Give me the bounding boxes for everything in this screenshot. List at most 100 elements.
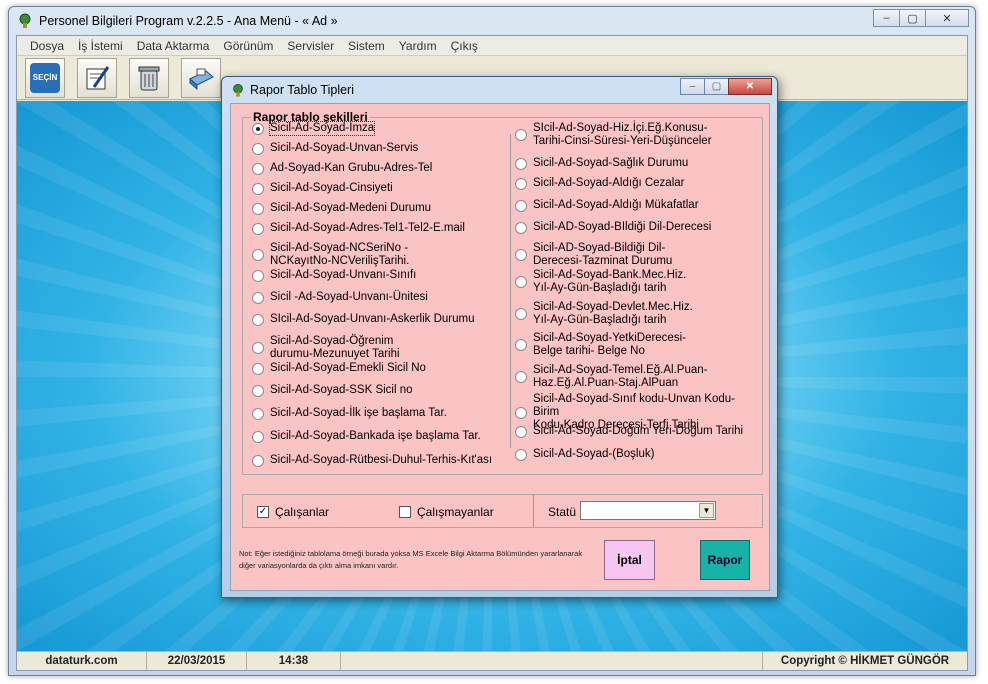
maximize-icon: ▢ [907,12,918,25]
left-report-option[interactable]: Sicil-Ad-Soyad-Unvanı-Sınıfı [252,269,416,282]
left-report-option[interactable]: SIcil-Ad-Soyad-Unvanı-Askerlik Durumu [252,313,475,326]
radio-icon [515,177,527,190]
radio-icon [252,430,264,443]
menu-cikis[interactable]: Çıkış [444,39,485,53]
checkbox-icon: ✓ [257,506,269,518]
radio-icon [515,276,527,288]
report-option-label: Sicil -Ad-Soyad-Unvanı-Ünitesi [270,291,428,303]
left-report-option[interactable]: Sicil-Ad-Soyad-Unvan-Servis [252,142,418,155]
printer-button[interactable] [181,57,221,98]
report-option-label: Sicil-Ad-Soyad-Cinsiyeti [270,182,393,194]
statu-dropdown[interactable]: ▼ [580,501,716,520]
left-report-option[interactable]: Sicil-Ad-Soyad-Rütbesi-Duhul-Terhis-Kıt'… [252,454,492,467]
report-option-label: Sicil-Ad-Soyad-Emekli Sicil No [270,362,426,374]
radio-icon [252,342,264,354]
report-option-label: Sicil-Ad-Soyad-NCSeriNo - NCKayıtNo-NCVer… [270,242,410,267]
menu-gorunum[interactable]: Görünüm [216,39,280,53]
maximize-button[interactable]: ▢ [899,9,926,27]
left-report-option[interactable]: Sicil-Ad-Soyad-Medeni Durumu [252,202,431,215]
menu-yardim[interactable]: Yardım [392,39,444,53]
report-option-label: Sicil-Ad-Soyad-(Boşluk) [533,448,655,460]
dialog-titlebar[interactable]: Rapor Tablo Tipleri – ▢ ✕ [222,77,777,103]
status-copyright: Copyright © HİKMET GÜNGÖR [780,655,950,667]
radio-icon [252,454,264,467]
left-report-option[interactable]: Sicil-Ad-Soyad-Bankada işe başlama Tar. [252,430,481,443]
report-option-label: Sicil-Ad-Soyad-Adres-Tel1-Tel2-E.mail [270,222,465,234]
right-report-option[interactable]: Sicil-Ad-Soyad-Aldığı Mükafatlar [515,199,699,212]
report-option-label: Sicil-Ad-Soyad-İmza [268,121,376,136]
report-option-label: SIcil-Ad-Soyad-Unvanı-Askerlik Durumu [270,313,475,325]
report-option-label: Sicil-Ad-Soyad-Bankada işe başlama Tar. [270,430,481,442]
minimize-button[interactable]: – [873,9,900,27]
report-option-label: Sicil-Ad-Soyad-Rütbesi-Duhul-Terhis-Kıt'… [270,454,493,466]
radio-icon [252,384,264,397]
maximize-icon: ▢ [711,81,722,92]
report-option-label: Sicil-Ad-Soyad-Aldığı Mükafatlar [533,199,699,211]
menu-sistem[interactable]: Sistem [341,39,392,53]
chevron-down-icon[interactable]: ▼ [699,503,714,518]
radio-icon [515,129,527,141]
radio-icon [252,202,264,215]
statu-label: Statü [548,505,577,519]
edit-form-button[interactable] [77,57,117,98]
left-report-option[interactable]: Ad-Soyad-Kan Grubu-Adres-Tel [252,162,432,175]
close-button[interactable]: ✕ [925,9,969,27]
report-option-label: Sicil-Ad-Soyad-Temel.Eğ.Al.Puan- Haz.Eğ.A… [533,364,708,389]
left-report-option[interactable]: Sicil-Ad-Soyad-Cinsiyeti [252,182,393,195]
dialog-minimize-button[interactable]: – [680,78,705,95]
filter-bar: ✓ Çalışanlar Çalışmayanlar Statü ▼ [242,494,763,528]
left-report-option[interactable]: Sicil-Ad-Soyad-Emekli Sicil No [252,362,426,375]
right-report-option[interactable]: Sicil-Ad-Soyad-Temel.Eğ.Al.Puan- Haz.Eğ.A… [515,364,708,390]
left-report-option[interactable]: Sicil-Ad-Soyad-Adres-Tel1-Tel2-E.mail [252,222,465,235]
radio-icon [515,425,527,438]
right-report-option[interactable]: Sicil-Ad-Soyad-Bank.Mec.Hiz. Yıl-Ay-Gün-B… [515,269,686,295]
left-report-option[interactable]: Sicil-Ad-Soyad-SSK Sicil no [252,384,413,397]
radio-icon [252,182,264,195]
dialog-maximize-button[interactable]: ▢ [704,78,729,95]
report-option-label: Sicil-AD-Soyad-BIldiği Dil-Derecesi [533,221,712,233]
menu-data-aktarma[interactable]: Data Aktarma [130,39,217,53]
rapor-button[interactable]: Rapor [700,540,750,580]
left-report-option[interactable]: Sicil-Ad-Soyad-İmza [252,121,376,136]
radio-icon [515,308,527,320]
right-report-option[interactable]: Sicil-Ad-Soyad-Doğum Yeri-Doğum Tarihi [515,425,743,438]
radio-icon [252,269,264,282]
recycle-bin-button[interactable] [129,57,169,98]
report-option-label: Sicil-Ad-Soyad-Öğrenim durumu-Mezunuyet T… [270,335,400,360]
calisanlar-checkbox[interactable]: ✓ Çalışanlar [257,505,329,519]
edit-form-icon [86,65,110,89]
left-report-option[interactable]: Sicil-Ad-Soyad-Öğrenim durumu-Mezunuyet T… [252,335,400,361]
iptal-button[interactable]: İptal [604,540,655,580]
right-report-option[interactable]: Sicil-Ad-Soyad-Sağlık Durumu [515,157,688,170]
minimize-icon: – [883,12,890,24]
status-empty [341,652,763,670]
report-option-label: Sicil-AD-Soyad-Bildiği Dil- Derecesi-Tazm… [533,242,673,267]
right-report-option[interactable]: SIcil-Ad-Soyad-Hiz.İçi.Eğ.Konusu- Tarihi-… [515,122,712,148]
calismayanlar-checkbox[interactable]: Çalışmayanlar [399,505,494,519]
right-report-option[interactable]: Sicil-Ad-Soyad-Devlet.Mec.Hiz. Yıl-Ay-Gün… [515,301,693,327]
menu-is-istemi[interactable]: İş İstemi [71,39,130,53]
rapor-dialog: Rapor Tablo Tipleri – ▢ ✕ Rapor tablo şe… [221,76,778,598]
right-report-option[interactable]: Sicil-Ad-Soyad-(Boşluk) [515,448,654,461]
report-option-label: Sicil-Ad-Soyad-Aldığı Cezalar [533,177,685,189]
right-report-option[interactable]: Sicil-AD-Soyad-BIldiği Dil-Derecesi [515,221,711,234]
checkbox-icon [399,506,411,518]
left-report-option[interactable]: Sicil-Ad-Soyad-İlk işe başlama Tar. [252,407,447,420]
radio-icon [515,448,527,461]
radio-icon [515,249,527,261]
right-report-option[interactable]: Sicil-AD-Soyad-Bildiği Dil- Derecesi-Tazm… [515,242,672,268]
right-report-option[interactable]: Sicil-Ad-Soyad-YetkiDerecesi- Belge tarih… [515,332,686,358]
status-date: 22/03/2015 [147,652,247,670]
report-type-group: Rapor tablo şekilleri Sicil-Ad-Soyad-İmz… [242,110,763,475]
report-option-label: Sicil-Ad-Soyad-Bank.Mec.Hiz. Yıl-Ay-Gün-B… [533,269,687,294]
report-option-label: Sicil-Ad-Soyad-Doğum Yeri-Doğum Tarihi [533,425,744,437]
radio-icon [515,371,527,383]
left-report-option[interactable]: Sicil-Ad-Soyad-NCSeriNo - NCKayıtNo-NCVer… [252,242,409,268]
menu-servisler[interactable]: Servisler [280,39,341,53]
dialog-close-button[interactable]: ✕ [728,78,772,95]
left-report-option[interactable]: Sicil -Ad-Soyad-Unvanı-Ünitesi [252,291,428,304]
menu-dosya[interactable]: Dosya [23,39,71,53]
main-titlebar[interactable]: Personel Bilgileri Program v.2.2.5 - Ana… [9,7,975,35]
right-report-option[interactable]: Sicil-Ad-Soyad-Aldığı Cezalar [515,177,684,190]
secin-button[interactable]: SEÇİN [25,57,65,98]
